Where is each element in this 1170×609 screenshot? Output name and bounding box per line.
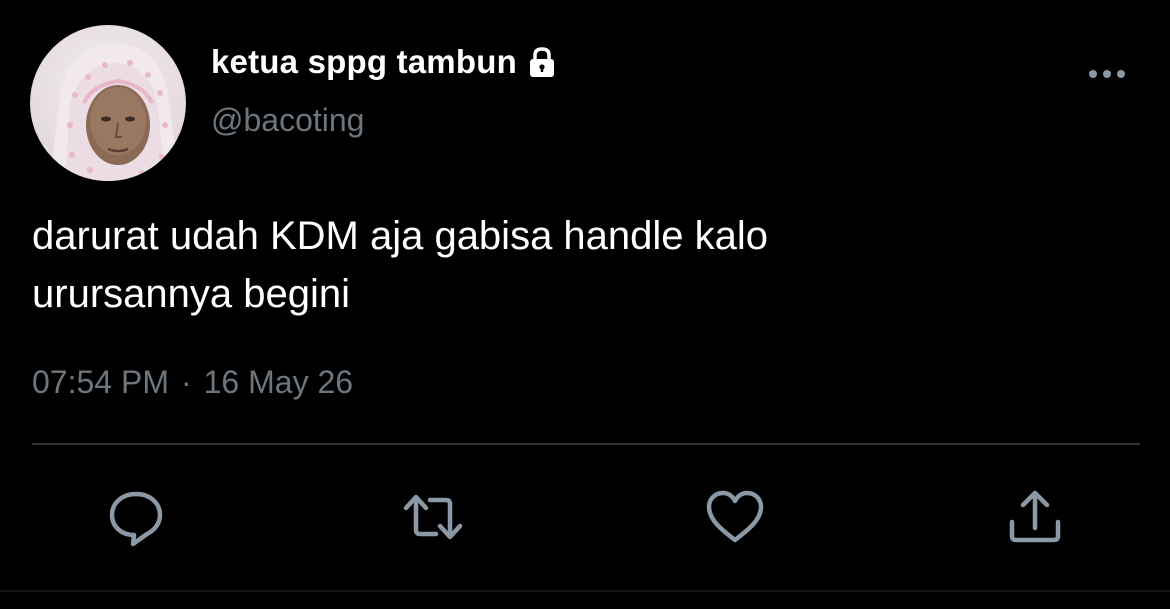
tweet-date[interactable]: 16 May 26 (204, 364, 353, 401)
name-row: ketua sppg tambun (211, 40, 559, 84)
tweet-metadata: 07:54 PM · 16 May 26 (32, 364, 353, 401)
avatar-image (50, 43, 180, 181)
bottom-divider (0, 590, 1170, 592)
divider (32, 443, 1140, 445)
tweet-time[interactable]: 07:54 PM (32, 364, 169, 401)
tweet-text-line: urursannya begini (32, 272, 350, 316)
more-options-icon[interactable] (1085, 62, 1129, 86)
reply-icon[interactable] (105, 486, 167, 548)
tweet-text-line: darurat udah KDM aja gabisa handle kalo (32, 214, 769, 258)
retweet-icon[interactable] (402, 486, 464, 548)
user-handle[interactable]: @bacoting (211, 102, 364, 139)
heart-icon[interactable] (704, 486, 766, 548)
tweet-card: ketua sppg tambun @bacoting darurat udah… (0, 0, 1170, 609)
lock-icon (525, 45, 559, 79)
avatar[interactable] (30, 25, 186, 181)
share-icon[interactable] (1004, 486, 1066, 548)
tweet-text: darurat udah KDM aja gabisa handle kalo … (32, 207, 1132, 323)
meta-separator: · (180, 364, 192, 400)
display-name[interactable]: ketua sppg tambun (211, 43, 517, 81)
